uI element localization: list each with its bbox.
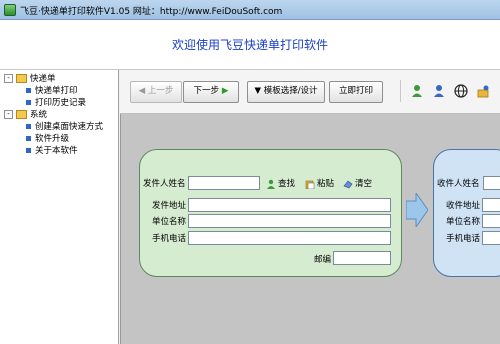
paste-icon	[305, 180, 315, 189]
user-folder-icon[interactable]	[477, 84, 491, 98]
tree-item-upgrade[interactable]: 软件升级	[26, 133, 69, 145]
tree-group-label: 系统	[30, 110, 48, 120]
dropdown-icon: ▼	[254, 86, 264, 96]
sender-company-label: 单位名称	[152, 217, 187, 227]
bullet-icon	[26, 124, 31, 129]
collapse-icon[interactable]: -	[4, 74, 13, 83]
sender-phone-label: 手机电话	[152, 234, 187, 244]
window-title: 飞豆·快递单打印软件V1.05 网址：http://www.FeiDouSoft…	[20, 7, 283, 17]
sender-postcode-label: 邮编	[314, 255, 332, 265]
tree-item-label: 软件升级	[35, 134, 70, 144]
receiver-address-label: 收件地址	[446, 201, 481, 211]
sender-name-input[interactable]	[188, 176, 260, 190]
tree-item-print[interactable]: 快递单打印	[26, 85, 78, 97]
app-icon	[4, 4, 16, 16]
sender-company-input[interactable]	[188, 214, 391, 228]
title-bar: 飞豆·快递单打印软件V1.05 网址：http://www.FeiDouSoft…	[0, 0, 500, 20]
user-blue-icon[interactable]	[432, 84, 446, 98]
folder-icon	[16, 110, 27, 119]
tree-group-system[interactable]: - 系统	[4, 109, 47, 121]
tree-group-express[interactable]: - 快递单	[4, 73, 56, 85]
arrow-right-icon	[406, 193, 428, 227]
receiver-company-input[interactable]	[482, 214, 500, 228]
tree-item-about[interactable]: 关于本软件	[26, 145, 78, 157]
user-find-icon	[267, 179, 275, 189]
receiver-company-label: 单位名称	[446, 217, 481, 227]
toolbar-separator	[400, 80, 401, 102]
prev-step-button[interactable]: ◀ 上一步	[130, 81, 182, 103]
sender-postcode-input[interactable]	[333, 251, 391, 265]
next-step-button[interactable]: 下一步 ▶	[183, 81, 239, 103]
toolbar: ◀ 上一步 下一步 ▶ ▼ 模板选择/设计 立即打印	[120, 70, 500, 114]
receiver-phone-input[interactable]	[482, 231, 500, 245]
tree-group-label: 快递单	[30, 74, 56, 84]
bullet-icon	[26, 88, 31, 93]
bullet-icon	[26, 148, 31, 153]
tree-item-history[interactable]: 打印历史记录	[26, 97, 86, 109]
receiver-name-label: 收件人姓名	[437, 179, 480, 189]
nav-tree: - 快递单 快递单打印 打印历史记录 - 系统 创建桌面快速方式 软件升级 关于本软…	[0, 70, 119, 344]
tree-item-label: 打印历史记录	[35, 98, 87, 108]
receiver-panel	[433, 149, 500, 277]
receiver-phone-label: 手机电话	[446, 234, 481, 244]
arrow-left-icon: ◀	[138, 86, 148, 96]
welcome-text: 欢迎使用飞豆快递单打印软件	[171, 38, 328, 52]
sender-name-label: 发件人姓名	[143, 179, 186, 189]
banner: 欢迎使用飞豆快递单打印软件	[0, 20, 500, 70]
arrow-right-icon: ▶	[219, 86, 229, 96]
sender-phone-input[interactable]	[188, 231, 391, 245]
clear-button[interactable]: 清空	[343, 177, 372, 189]
bullet-icon	[26, 136, 31, 141]
tree-item-label: 快递单打印	[35, 86, 78, 96]
tree-item-label: 关于本软件	[35, 146, 78, 156]
receiver-address-input[interactable]	[482, 198, 500, 212]
tree-item-label: 创建桌面快速方式	[35, 122, 104, 132]
globe-icon[interactable]	[454, 84, 468, 98]
receiver-name-input[interactable]	[483, 176, 500, 190]
sender-address-label: 发件地址	[152, 201, 187, 211]
sender-address-input[interactable]	[188, 198, 391, 212]
eraser-icon	[343, 180, 353, 188]
find-button[interactable]: 查找	[266, 177, 295, 189]
folder-icon	[16, 74, 27, 83]
paste-button[interactable]: 粘贴	[305, 177, 334, 189]
template-select-button[interactable]: ▼ 模板选择/设计	[247, 81, 325, 103]
bullet-icon	[26, 100, 31, 105]
user-green-icon[interactable]	[410, 84, 424, 98]
collapse-icon[interactable]: -	[4, 110, 13, 119]
print-now-button[interactable]: 立即打印	[329, 81, 383, 103]
tree-item-shortcut[interactable]: 创建桌面快速方式	[26, 121, 103, 133]
